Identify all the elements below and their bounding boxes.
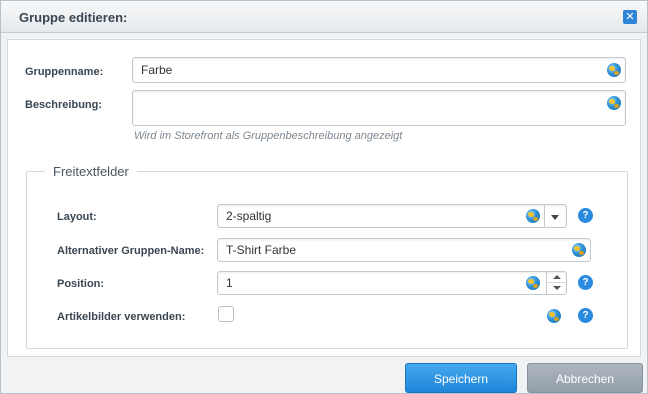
globe-icon[interactable] bbox=[607, 96, 621, 110]
description-label: Beschreibung: bbox=[25, 99, 103, 111]
dialog-titlebar: Gruppe editieren: ✕ bbox=[1, 1, 647, 33]
save-button[interactable]: Speichern bbox=[405, 363, 517, 393]
cancel-button[interactable]: Abbrechen bbox=[527, 363, 643, 393]
article-images-checkbox[interactable] bbox=[218, 306, 234, 322]
description-field[interactable] bbox=[132, 90, 626, 126]
globe-icon[interactable] bbox=[526, 209, 540, 223]
spin-down-icon[interactable] bbox=[547, 283, 566, 294]
position-value: 1 bbox=[226, 276, 233, 290]
position-stepper[interactable]: 1 bbox=[217, 271, 567, 295]
globe-icon[interactable] bbox=[572, 243, 586, 257]
position-spinner bbox=[546, 272, 566, 294]
group-name-value: Farbe bbox=[141, 63, 173, 77]
globe-icon[interactable] bbox=[526, 276, 540, 290]
freetext-fieldset: Freitextfelder Layout: 2-spaltig ? Alter… bbox=[26, 164, 628, 349]
layout-label: Layout: bbox=[57, 211, 97, 223]
alt-name-value: T-Shirt Farbe bbox=[226, 243, 297, 257]
globe-icon[interactable] bbox=[607, 63, 621, 77]
group-name-label: Gruppenname: bbox=[25, 66, 104, 78]
alt-name-field[interactable]: T-Shirt Farbe bbox=[217, 238, 591, 262]
dialog-content: Gruppenname: Farbe Beschreibung: Wird im… bbox=[7, 39, 641, 357]
close-icon[interactable]: ✕ bbox=[623, 10, 637, 24]
globe-icon[interactable] bbox=[547, 309, 561, 323]
layout-select[interactable]: 2-spaltig bbox=[217, 204, 567, 228]
freetext-legend: Freitextfelder bbox=[45, 164, 137, 179]
group-name-field[interactable]: Farbe bbox=[132, 57, 626, 83]
article-images-label: Artikelbilder verwenden: bbox=[57, 311, 186, 323]
edit-group-dialog: Gruppe editieren: ✕ Gruppenname: Farbe B… bbox=[0, 0, 648, 394]
layout-value: 2-spaltig bbox=[226, 209, 272, 223]
chevron-down-icon[interactable] bbox=[544, 205, 566, 227]
help-icon[interactable]: ? bbox=[578, 308, 593, 323]
help-icon[interactable]: ? bbox=[578, 208, 593, 223]
description-hint: Wird im Storefront als Gruppenbeschreibu… bbox=[134, 130, 403, 142]
help-icon[interactable]: ? bbox=[578, 275, 593, 290]
position-label: Position: bbox=[57, 278, 105, 290]
dialog-title: Gruppe editieren: bbox=[19, 10, 128, 25]
spin-up-icon[interactable] bbox=[547, 272, 566, 283]
alt-name-label: Alternativer Gruppen-Name: bbox=[57, 245, 205, 257]
